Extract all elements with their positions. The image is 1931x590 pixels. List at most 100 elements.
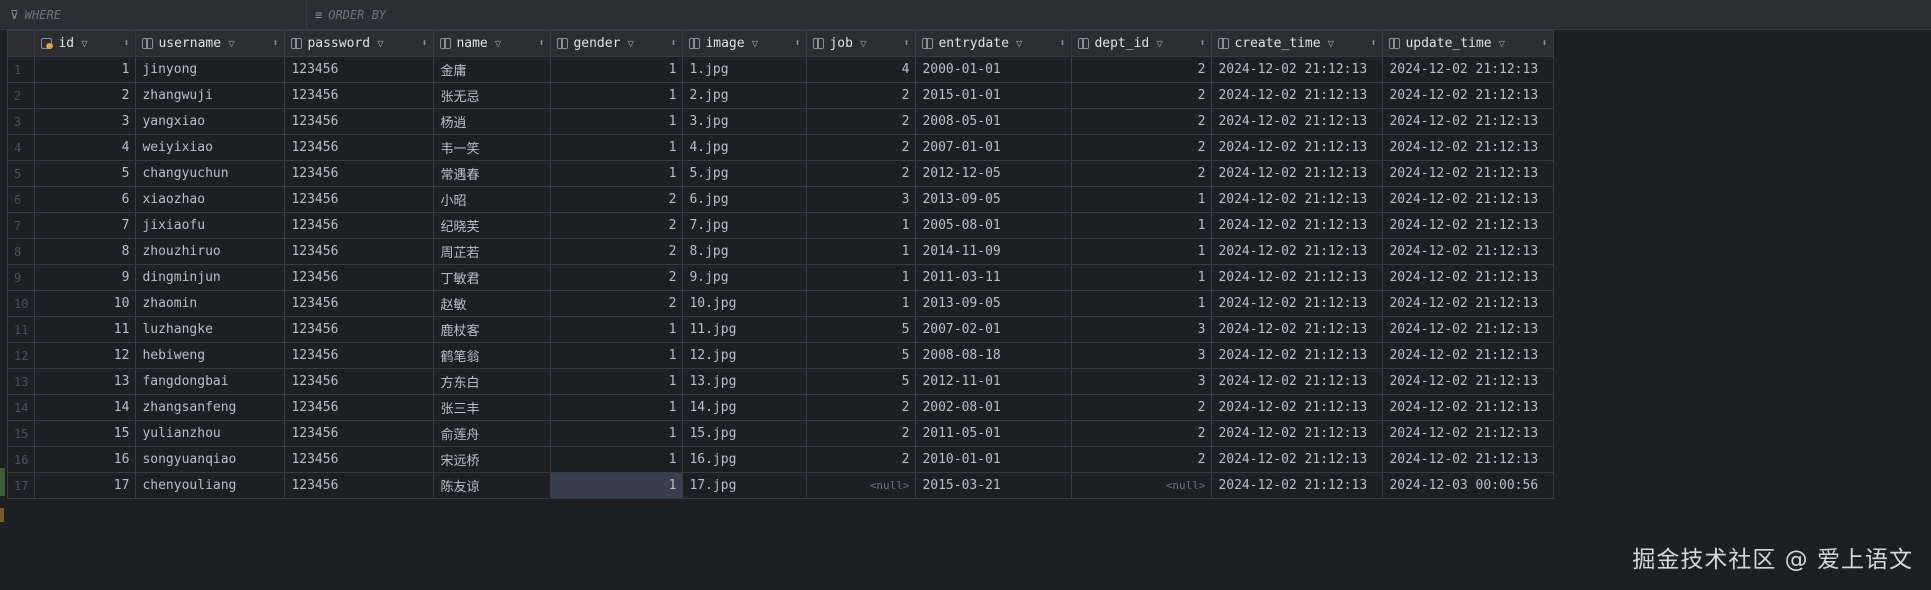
cell-gender[interactable]: 1 xyxy=(550,472,684,499)
cell-job[interactable]: 2 xyxy=(806,394,917,421)
cell-create-time[interactable]: 2024-12-02 21:12:13 xyxy=(1211,446,1384,473)
cell-dept-id[interactable]: 2 xyxy=(1071,446,1213,473)
column-filter-icon[interactable]: ▽ xyxy=(627,37,634,50)
cell-name[interactable]: 金庸 xyxy=(433,56,552,83)
column-sort-icon[interactable]: ⬍ xyxy=(272,38,278,49)
cell-job[interactable]: 3 xyxy=(806,186,917,213)
cell-password[interactable]: 123456 xyxy=(284,82,435,109)
cell-job[interactable]: <null> xyxy=(806,472,917,499)
table-row[interactable]: 12 12 hebiweng 123456 鹤笔翁 1 12.jpg 5 2008-08-18 3… xyxy=(6,342,1555,369)
column-filter-icon[interactable]: ▽ xyxy=(81,37,88,50)
cell-username[interactable]: zhaomin xyxy=(135,290,286,317)
cell-gender[interactable]: 1 xyxy=(550,368,684,395)
cell-entrydate[interactable]: 2014-11-09 xyxy=(915,238,1073,265)
cell-job[interactable]: 5 xyxy=(806,368,917,395)
cell-username[interactable]: yangxiao xyxy=(135,108,286,135)
cell-create-time[interactable]: 2024-12-02 21:12:13 xyxy=(1211,420,1384,447)
column-sort-icon[interactable]: ⬍ xyxy=(670,38,676,49)
cell-gender[interactable]: 2 xyxy=(550,264,684,291)
column-sort-icon[interactable]: ⬍ xyxy=(1059,38,1065,49)
cell-entrydate[interactable]: 2008-08-18 xyxy=(915,342,1073,369)
cell-dept-id[interactable]: 1 xyxy=(1071,212,1213,239)
cell-name[interactable]: 俞莲舟 xyxy=(433,420,552,447)
cell-name[interactable]: 赵敏 xyxy=(433,290,552,317)
cell-create-time[interactable]: 2024-12-02 21:12:13 xyxy=(1211,82,1384,109)
cell-gender[interactable]: 1 xyxy=(550,82,684,109)
cell-create-time[interactable]: 2024-12-02 21:12:13 xyxy=(1211,472,1384,499)
cell-dept-id[interactable]: 3 xyxy=(1071,316,1213,343)
cell-image[interactable]: 7.jpg xyxy=(682,212,808,239)
cell-id[interactable]: 4 xyxy=(34,134,137,161)
cell-update-time[interactable]: 2024-12-02 21:12:13 xyxy=(1382,446,1555,473)
row-number[interactable]: 5 xyxy=(6,160,36,187)
cell-id[interactable]: 16 xyxy=(34,446,137,473)
cell-gender[interactable]: 1 xyxy=(550,56,684,83)
table-row[interactable]: 16 16 songyuanqiao 123456 宋远桥 1 16.jpg 2 2010-01… xyxy=(6,446,1555,473)
cell-name[interactable]: 纪晓芙 xyxy=(433,212,552,239)
cell-image[interactable]: 13.jpg xyxy=(682,368,808,395)
table-row[interactable]: 9 9 dingminjun 123456 丁敏君 2 9.jpg 1 2011-03-11 1 2… xyxy=(6,264,1555,291)
cell-create-time[interactable]: 2024-12-02 21:12:13 xyxy=(1211,186,1384,213)
cell-update-time[interactable]: 2024-12-03 00:00:56 xyxy=(1382,472,1555,499)
cell-username[interactable]: jixiaofu xyxy=(135,212,286,239)
cell-name[interactable]: 韦一笑 xyxy=(433,134,552,161)
cell-username[interactable]: hebiweng xyxy=(135,342,286,369)
cell-name[interactable]: 丁敏君 xyxy=(433,264,552,291)
cell-id[interactable]: 3 xyxy=(34,108,137,135)
cell-entrydate[interactable]: 2010-01-01 xyxy=(915,446,1073,473)
cell-update-time[interactable]: 2024-12-02 21:12:13 xyxy=(1382,316,1555,343)
cell-create-time[interactable]: 2024-12-02 21:12:13 xyxy=(1211,368,1384,395)
cell-name[interactable]: 周芷若 xyxy=(433,238,552,265)
cell-dept-id[interactable]: 2 xyxy=(1071,160,1213,187)
cell-entrydate[interactable]: 2012-12-05 xyxy=(915,160,1073,187)
table-row[interactable]: 7 7 jixiaofu 123456 纪晓芙 2 7.jpg 1 2005-08-01 1 202… xyxy=(6,212,1555,239)
cell-username[interactable]: dingminjun xyxy=(135,264,286,291)
cell-entrydate[interactable]: 2013-09-05 xyxy=(915,186,1073,213)
column-header-update-time[interactable]: update_time ▽ ⬍ xyxy=(1382,30,1555,57)
cell-entrydate[interactable]: 2007-01-01 xyxy=(915,134,1073,161)
cell-username[interactable]: jinyong xyxy=(135,56,286,83)
cell-password[interactable]: 123456 xyxy=(284,160,435,187)
table-row[interactable]: 5 5 changyuchun 123456 常遇春 1 5.jpg 2 2012-12-05 2… xyxy=(6,160,1555,187)
cell-image[interactable]: 14.jpg xyxy=(682,394,808,421)
row-number[interactable]: 6 xyxy=(6,186,36,213)
cell-create-time[interactable]: 2024-12-02 21:12:13 xyxy=(1211,290,1384,317)
cell-dept-id[interactable]: 3 xyxy=(1071,342,1213,369)
row-number[interactable]: 11 xyxy=(6,316,36,343)
column-sort-icon[interactable]: ⬍ xyxy=(794,38,800,49)
row-number[interactable]: 9 xyxy=(6,264,36,291)
cell-id[interactable]: 10 xyxy=(34,290,137,317)
cell-id[interactable]: 17 xyxy=(34,472,137,499)
cell-username[interactable]: changyuchun xyxy=(135,160,286,187)
cell-password[interactable]: 123456 xyxy=(284,342,435,369)
cell-dept-id[interactable]: 2 xyxy=(1071,394,1213,421)
cell-entrydate[interactable]: 2015-03-21 xyxy=(915,472,1073,499)
cell-update-time[interactable]: 2024-12-02 21:12:13 xyxy=(1382,160,1555,187)
cell-gender[interactable]: 1 xyxy=(550,342,684,369)
cell-password[interactable]: 123456 xyxy=(284,56,435,83)
cell-update-time[interactable]: 2024-12-02 21:12:13 xyxy=(1382,186,1555,213)
cell-id[interactable]: 8 xyxy=(34,238,137,265)
cell-job[interactable]: 1 xyxy=(806,290,917,317)
cell-job[interactable]: 2 xyxy=(806,446,917,473)
row-number[interactable]: 14 xyxy=(6,394,36,421)
row-number[interactable]: 16 xyxy=(6,446,36,473)
cell-name[interactable]: 方东白 xyxy=(433,368,552,395)
cell-name[interactable]: 常遇春 xyxy=(433,160,552,187)
cell-dept-id[interactable]: 2 xyxy=(1071,134,1213,161)
where-filter-field[interactable]: ⊽ WHERE xyxy=(0,0,307,29)
column-filter-icon[interactable]: ▽ xyxy=(228,37,235,50)
cell-dept-id[interactable]: 2 xyxy=(1071,420,1213,447)
row-number[interactable]: 4 xyxy=(6,134,36,161)
cell-update-time[interactable]: 2024-12-02 21:12:13 xyxy=(1382,290,1555,317)
cell-name[interactable]: 张三丰 xyxy=(433,394,552,421)
cell-entrydate[interactable]: 2007-02-01 xyxy=(915,316,1073,343)
cell-create-time[interactable]: 2024-12-02 21:12:13 xyxy=(1211,238,1384,265)
cell-password[interactable]: 123456 xyxy=(284,108,435,135)
cell-id[interactable]: 15 xyxy=(34,420,137,447)
cell-password[interactable]: 123456 xyxy=(284,316,435,343)
column-filter-icon[interactable]: ▽ xyxy=(377,37,384,50)
cell-create-time[interactable]: 2024-12-02 21:12:13 xyxy=(1211,212,1384,239)
cell-image[interactable]: 8.jpg xyxy=(682,238,808,265)
cell-gender[interactable]: 1 xyxy=(550,160,684,187)
